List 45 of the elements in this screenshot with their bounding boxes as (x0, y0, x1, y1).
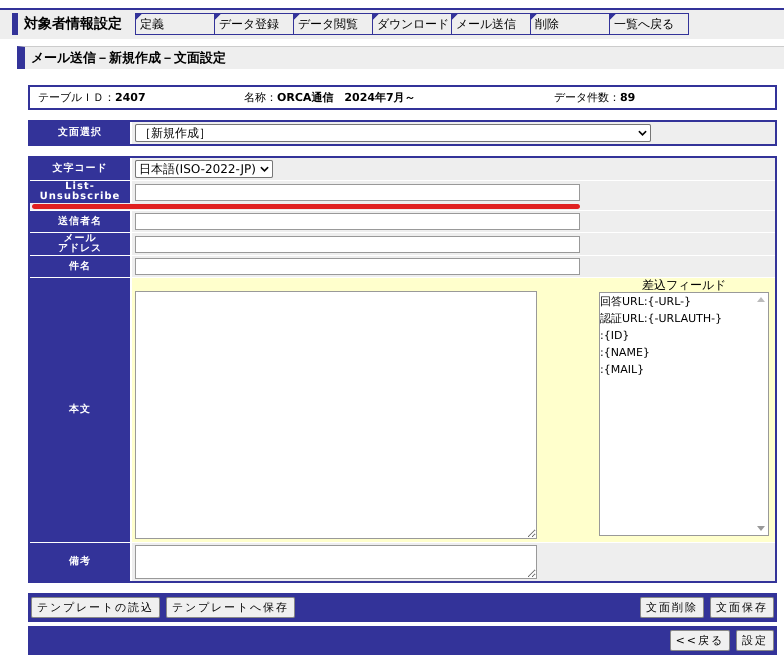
text-field[interactable] (135, 184, 580, 200)
scroll-down-icon[interactable] (757, 526, 765, 531)
chevron-down-icon (260, 166, 269, 172)
text-field[interactable] (135, 236, 580, 252)
field-label: 文面選択 (30, 122, 132, 144)
merge-field-item[interactable]: :{MAIL} (600, 361, 754, 378)
text-field[interactable] (135, 213, 580, 230)
section-title: メール送信－新規作成－文面設定 (17, 46, 784, 69)
scroll-up-icon[interactable] (757, 297, 765, 302)
merge-field-item[interactable]: 認証URL:{-URLAUTH-} (600, 310, 754, 327)
chevron-down-icon (638, 130, 647, 136)
field-label: List- (65, 182, 95, 192)
template-button[interactable]: テンプレートへ保存 (166, 597, 295, 618)
nav-button[interactable]: 設定 (736, 630, 774, 651)
field-label: メール (64, 234, 96, 244)
merge-field-item[interactable]: :{NAME} (600, 344, 754, 361)
menu-tab[interactable]: 一覧へ戻る (609, 13, 689, 35)
charset-dropdown[interactable]: 日本語(ISO-2022-JP) (135, 160, 273, 178)
merge-field-item[interactable]: 回答URL:{-URL-} (600, 293, 754, 310)
template-button[interactable]: テンプレートの読込 (31, 597, 160, 618)
text-field[interactable] (135, 258, 580, 275)
nav-button[interactable]: <<戻る (670, 630, 730, 651)
merge-field-item[interactable]: :{ID} (600, 327, 754, 344)
field-label: 備考 (69, 557, 91, 567)
menu-tab[interactable]: 定義 (135, 13, 215, 35)
menu-tab[interactable]: データ閲覧 (293, 13, 373, 35)
document-button[interactable]: 文面削除 (640, 597, 704, 618)
field-label: 本文 (69, 405, 91, 415)
menu-tab[interactable]: メール送信 (451, 13, 531, 35)
document-button[interactable]: 文面保存 (710, 597, 774, 618)
template-dropdown[interactable]: ［新規作成］ (135, 124, 651, 142)
merge-field-list[interactable]: 回答URL:{-URL-} 認証URL:{-URLAUTH-} :{ID} :{NAME} :{MAIL} (599, 292, 769, 536)
menu-tab[interactable]: 削除 (530, 13, 610, 35)
field-label: Unsubscribe (40, 192, 120, 202)
note-textarea[interactable] (135, 545, 537, 579)
merge-field-title: 差込フィールド (641, 278, 727, 292)
menu-tab[interactable]: ダウンロード (372, 13, 452, 35)
info-text: 名称：ORCA通信 2024年7月～ (244, 90, 417, 105)
menu-tab[interactable]: データ登録 (214, 13, 294, 35)
info-text: データ件数：89 (554, 90, 636, 105)
info-text: テーブルＩＤ：2407 (38, 90, 147, 105)
field-label: 文字コード (52, 164, 108, 174)
field-label: 送信者名 (58, 216, 102, 226)
field-label: アドレス (58, 244, 102, 254)
field-label: 件名 (69, 262, 91, 272)
